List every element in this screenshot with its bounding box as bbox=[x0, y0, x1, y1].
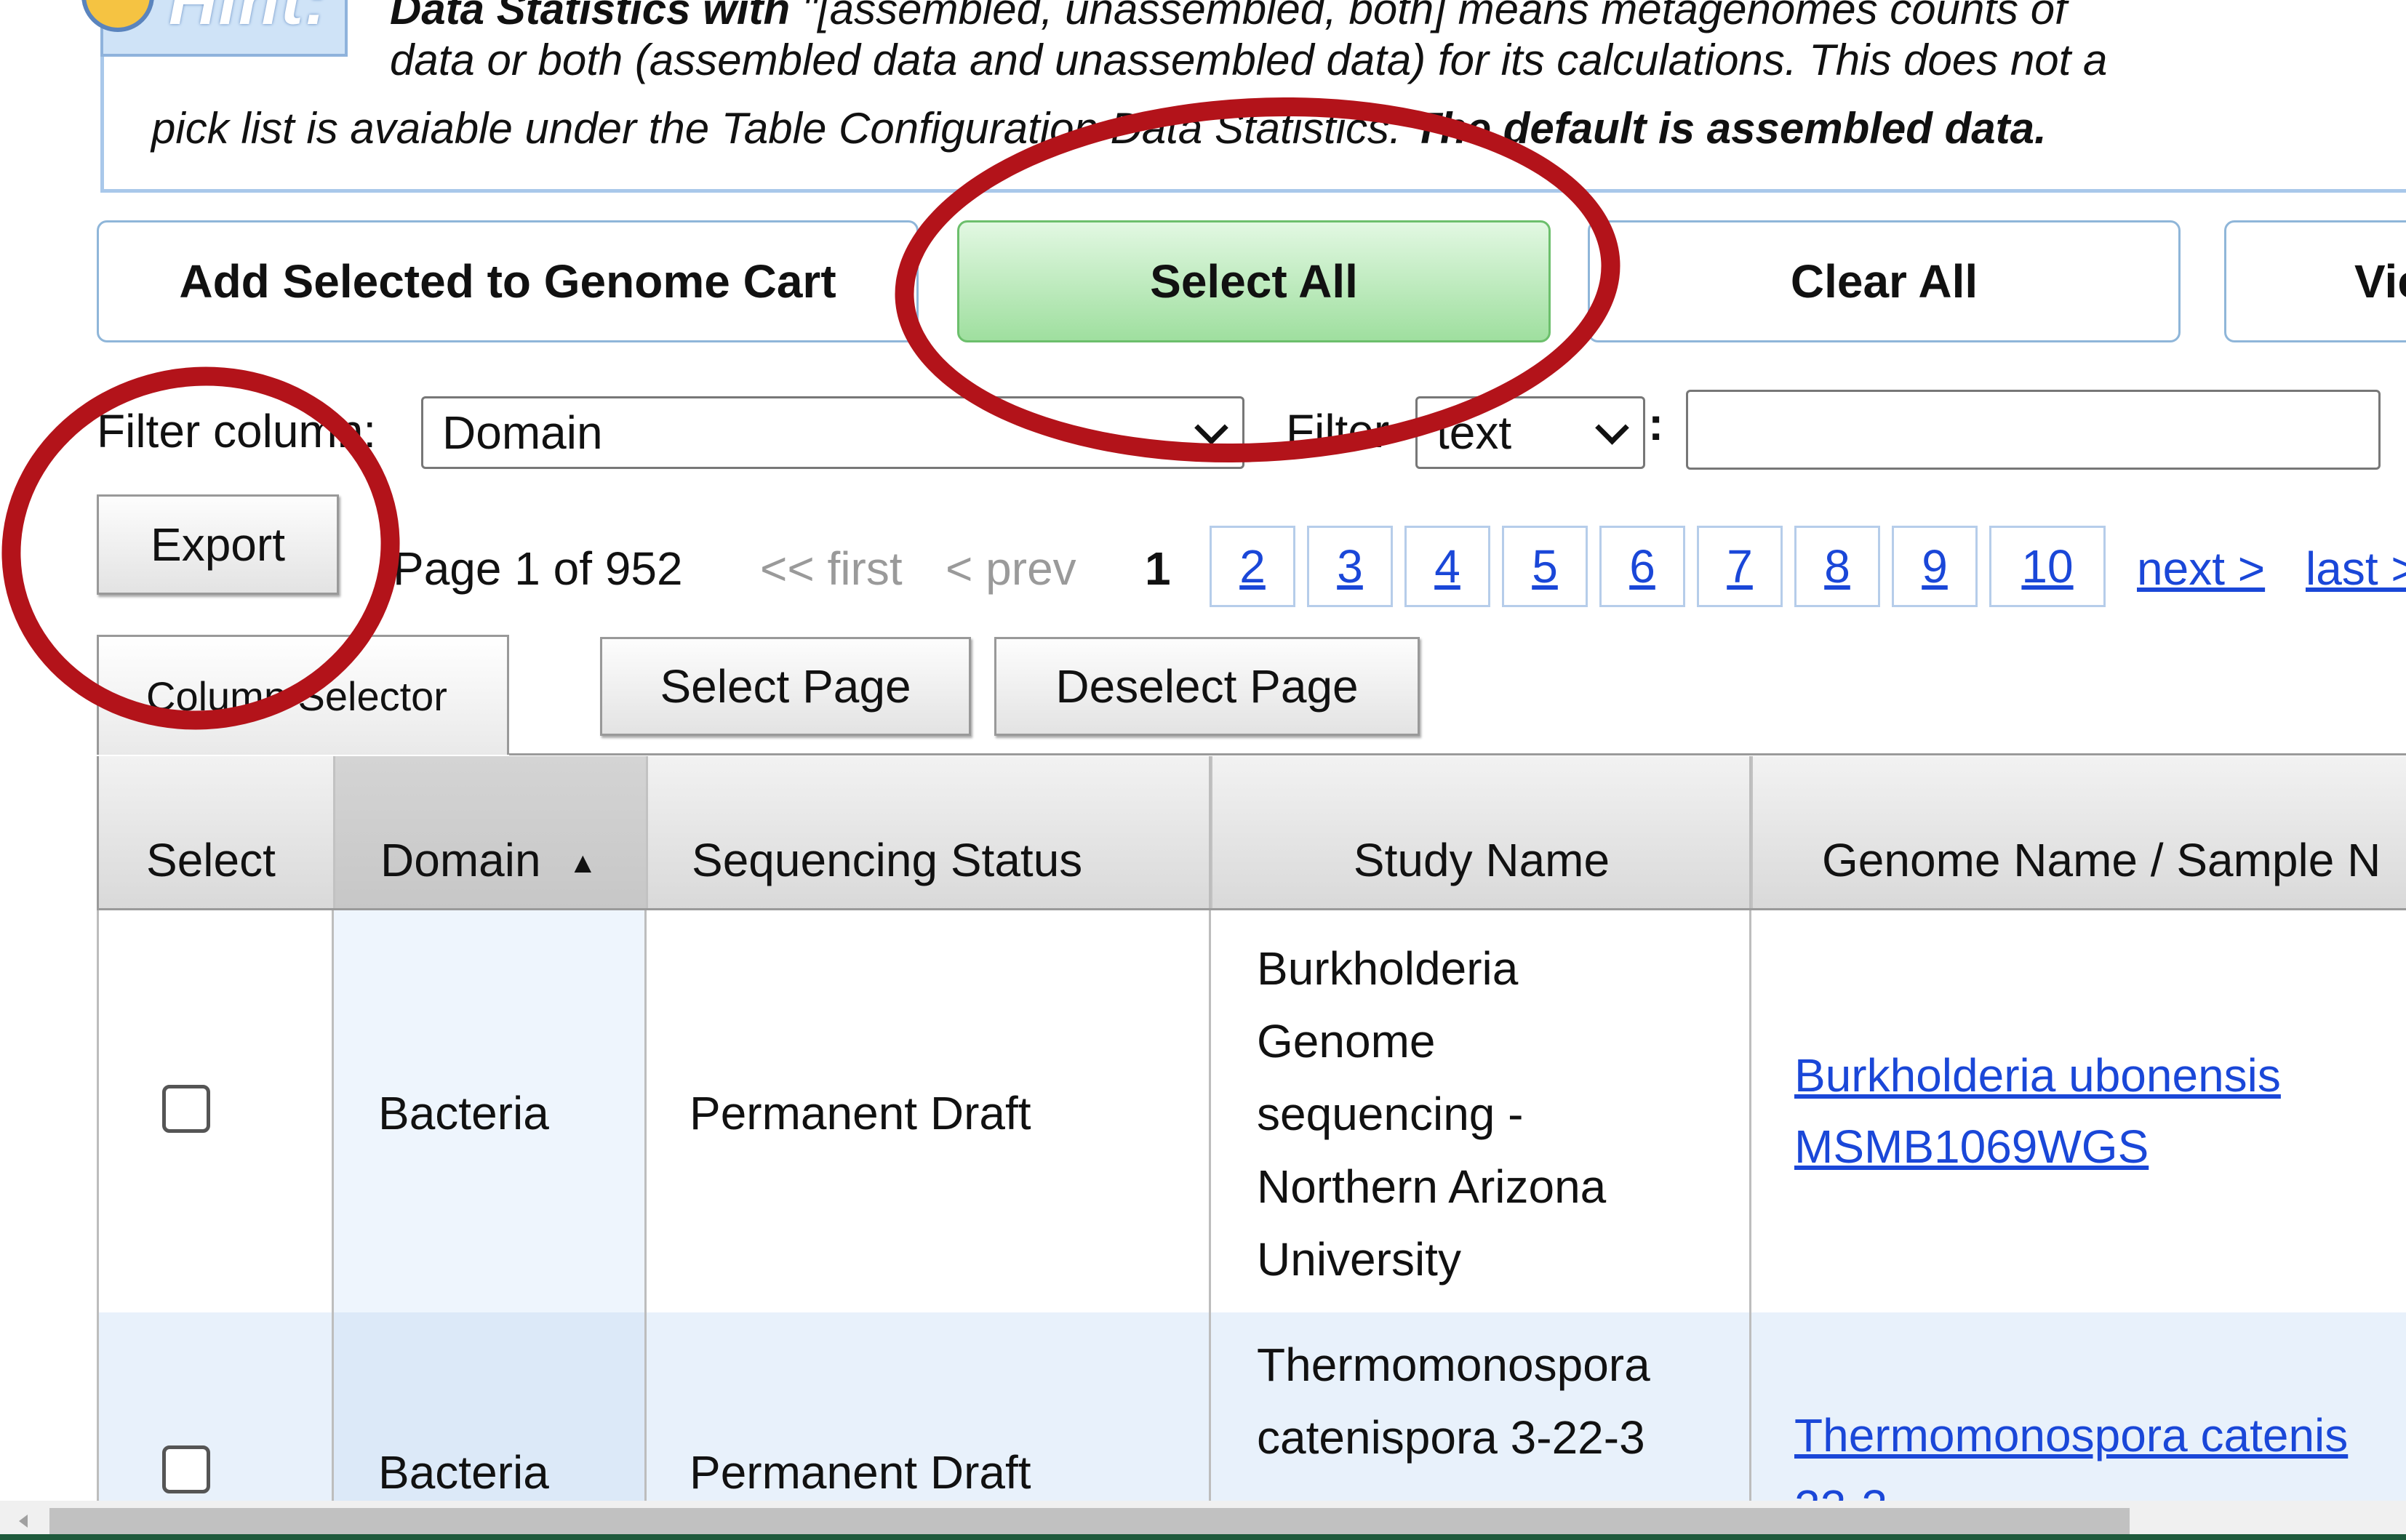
header-sequencing-status[interactable]: Sequencing Status bbox=[646, 756, 1210, 909]
hint-line-3: pick list is avaiable under the Table Co… bbox=[151, 103, 2047, 153]
filter-type-value: text bbox=[1436, 406, 1512, 459]
header-genome-name[interactable]: Genome Name / Sample N bbox=[1751, 756, 2406, 909]
row-2-checkbox[interactable] bbox=[162, 1445, 210, 1493]
lightbulb-icon bbox=[81, 0, 154, 32]
row-2-study-name: Thermomonospora catenispora 3-22-3 genom… bbox=[1257, 1328, 1650, 1501]
column-divider bbox=[644, 909, 647, 1501]
row-1-status: Permanent Draft bbox=[690, 1087, 1031, 1139]
header-bottom-border bbox=[97, 908, 2406, 910]
row-2-study-line: genome bbox=[1257, 1474, 1650, 1501]
sort-ascending-icon: ▲ bbox=[568, 847, 598, 879]
pagination-current: 1 bbox=[1145, 542, 1171, 595]
chevron-down-icon bbox=[1595, 411, 1629, 445]
deselect-page-button[interactable]: Deselect Page bbox=[994, 637, 1420, 736]
hint-line-3-text: pick list is avaiable under the Table Co… bbox=[151, 104, 1414, 153]
table-top-border bbox=[509, 753, 2406, 755]
select-page-button[interactable]: Select Page bbox=[600, 637, 971, 736]
column-divider bbox=[332, 909, 334, 1501]
row-1-study-line: Burkholderia bbox=[1257, 942, 1519, 995]
row-1-study-name: Burkholderia Genome sequencing - Norther… bbox=[1257, 932, 1606, 1296]
row-2-genome-link[interactable]: Thermomonospora catenis 22-3 bbox=[1794, 1400, 2406, 1501]
row-2-genome-line[interactable]: Thermomonospora catenis bbox=[1794, 1400, 2406, 1471]
scroll-left-arrow-icon[interactable] bbox=[19, 1515, 28, 1528]
hint-line-2: data or both (assembled data and unassem… bbox=[390, 36, 2108, 84]
hint-line-3-bold: The default is assembled data. bbox=[1413, 104, 2047, 153]
page-link-8[interactable]: 8 bbox=[1794, 526, 1880, 607]
page-link-10[interactable]: 10 bbox=[1989, 526, 2106, 607]
column-divider bbox=[1209, 756, 1211, 1501]
filter-colon: : bbox=[1648, 398, 1664, 450]
header-select: Select bbox=[97, 756, 333, 909]
hint-line-1-rest: "[assembled, unassembled, both] means me… bbox=[790, 0, 2067, 33]
page-link-2[interactable]: 2 bbox=[1210, 526, 1295, 607]
table-left-border bbox=[97, 909, 99, 1501]
scrollbar-thumb[interactable] bbox=[49, 1508, 2130, 1537]
row-1-domain: Bacteria bbox=[378, 1087, 549, 1139]
page-link-9[interactable]: 9 bbox=[1892, 526, 1978, 607]
row-1-genome-link[interactable]: Burkholderia ubonensis MSMB1069WGS bbox=[1794, 1040, 2281, 1182]
row-2-study-line: Thermomonospora bbox=[1257, 1339, 1650, 1391]
hint-line-1-bold: Data Statistics with bbox=[390, 0, 791, 33]
row-1-study-line: sequencing - bbox=[1257, 1088, 1524, 1140]
hint-icon: Hint: bbox=[81, 0, 348, 57]
chevron-down-icon bbox=[1194, 411, 1228, 445]
pagination-prev: < prev bbox=[946, 542, 1076, 595]
page-info: Page 1 of 952 bbox=[393, 542, 683, 595]
page-link-5[interactable]: 5 bbox=[1502, 526, 1588, 607]
export-button[interactable]: Export bbox=[97, 494, 339, 595]
page-link-6[interactable]: 6 bbox=[1599, 526, 1685, 607]
filter-text-input[interactable] bbox=[1686, 390, 2381, 470]
row-1-study-line: Northern Arizona bbox=[1257, 1160, 1607, 1213]
header-domain[interactable]: Domain ▲ bbox=[333, 756, 646, 909]
page-link-7[interactable]: 7 bbox=[1697, 526, 1783, 607]
window-bottom-edge bbox=[0, 1534, 2406, 1540]
row-1-study-line: University bbox=[1257, 1233, 1461, 1286]
header-domain-label: Domain bbox=[380, 834, 541, 886]
column-divider bbox=[1749, 756, 1751, 1501]
tab-column-selector[interactable]: Column Selector bbox=[97, 635, 509, 755]
hint-line-1: Data Statistics with "[assembled, unasse… bbox=[390, 0, 2067, 34]
page-link-4[interactable]: 4 bbox=[1404, 526, 1490, 607]
row-1-genome-line[interactable]: Burkholderia ubonensis bbox=[1794, 1040, 2281, 1111]
add-to-genome-cart-button[interactable]: Add Selected to Genome Cart bbox=[97, 220, 919, 342]
header-study-name[interactable]: Study Name bbox=[1210, 756, 1751, 909]
row-2-domain: Bacteria bbox=[378, 1446, 549, 1499]
pagination-next[interactable]: next > bbox=[2137, 542, 2265, 595]
pagination-last[interactable]: last > bbox=[2306, 542, 2406, 595]
pagination-first: << first bbox=[760, 542, 903, 595]
row-2-genome-line[interactable]: 22-3 bbox=[1794, 1471, 2406, 1501]
row-1-study-line: Genome bbox=[1257, 1015, 1436, 1067]
clear-all-button[interactable]: Clear All bbox=[1588, 220, 2181, 342]
row-1-checkbox[interactable] bbox=[162, 1085, 210, 1133]
select-all-button[interactable]: Select All bbox=[957, 220, 1551, 342]
filter-type-label: Filter bbox=[1286, 405, 1390, 457]
filter-column-label: Filter column: bbox=[97, 405, 377, 457]
row-1-genome-line[interactable]: MSMB1069WGS bbox=[1794, 1111, 2281, 1182]
filter-column-select[interactable]: Domain bbox=[421, 396, 1244, 469]
row-2-study-line: catenispora 3-22-3 bbox=[1257, 1411, 1645, 1464]
filter-type-select[interactable]: text bbox=[1415, 396, 1645, 469]
hint-icon-label: Hint: bbox=[169, 0, 329, 39]
view-button[interactable]: Vie bbox=[2224, 220, 2406, 342]
filter-column-value: Domain bbox=[442, 406, 603, 459]
row-2-status: Permanent Draft bbox=[690, 1446, 1031, 1499]
page-link-3[interactable]: 3 bbox=[1307, 526, 1393, 607]
